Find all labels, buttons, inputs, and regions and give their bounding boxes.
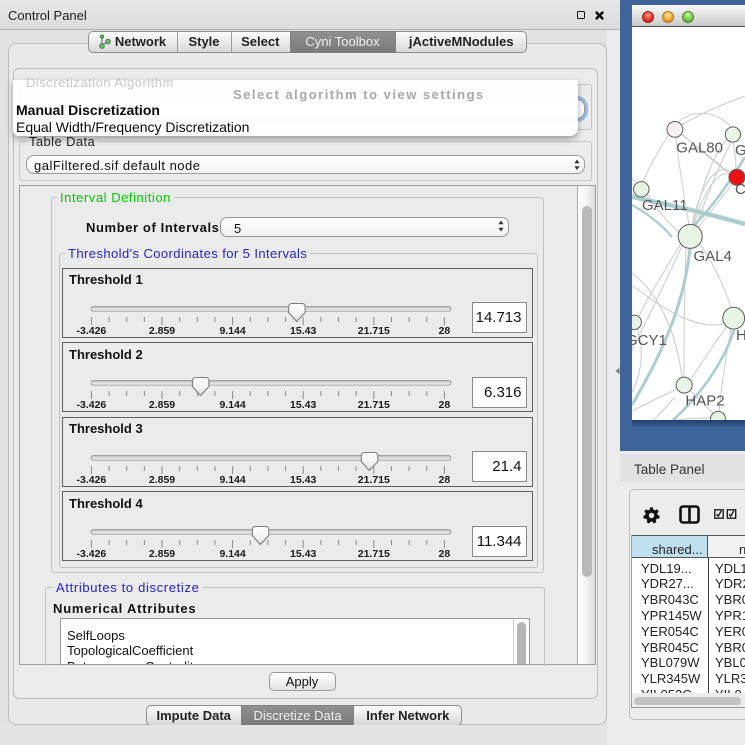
svg-text:GCY1: GCY1 xyxy=(632,332,667,349)
svg-text:28: 28 xyxy=(439,548,451,560)
svg-text:21.715: 21.715 xyxy=(358,548,390,560)
svg-text:28: 28 xyxy=(439,474,451,486)
svg-text:HAP2: HAP2 xyxy=(685,393,724,410)
svg-text:-3.426: -3.426 xyxy=(77,325,107,337)
svg-text:28: 28 xyxy=(439,399,451,411)
svg-text:2.859: 2.859 xyxy=(149,548,175,560)
svg-text:9.144: 9.144 xyxy=(219,325,245,337)
svg-text:-3.426: -3.426 xyxy=(77,474,107,486)
svg-text:28: 28 xyxy=(439,325,451,337)
svg-text:21.715: 21.715 xyxy=(358,399,390,411)
svg-text:GA: GA xyxy=(735,142,745,159)
svg-text:15.43: 15.43 xyxy=(290,548,316,560)
svg-text:GAL11: GAL11 xyxy=(642,197,688,214)
svg-text:21.715: 21.715 xyxy=(358,325,390,337)
svg-text:2.859: 2.859 xyxy=(149,474,175,486)
svg-text:GAL4: GAL4 xyxy=(694,248,732,265)
svg-text:-3.426: -3.426 xyxy=(77,548,107,560)
svg-text:15.43: 15.43 xyxy=(290,325,316,337)
svg-text:-3.426: -3.426 xyxy=(77,399,107,411)
svg-text:9.144: 9.144 xyxy=(219,548,245,560)
svg-text:C: C xyxy=(735,181,745,198)
svg-text:15.43: 15.43 xyxy=(290,399,316,411)
svg-text:H: H xyxy=(736,327,745,344)
svg-text:21.715: 21.715 xyxy=(358,474,390,486)
svg-text:2.859: 2.859 xyxy=(149,325,175,337)
svg-text:9.144: 9.144 xyxy=(219,474,245,486)
svg-text:GAL80: GAL80 xyxy=(676,140,723,157)
svg-text:15.43: 15.43 xyxy=(290,474,316,486)
svg-text:2.859: 2.859 xyxy=(149,399,175,411)
svg-text:9.144: 9.144 xyxy=(219,399,245,411)
